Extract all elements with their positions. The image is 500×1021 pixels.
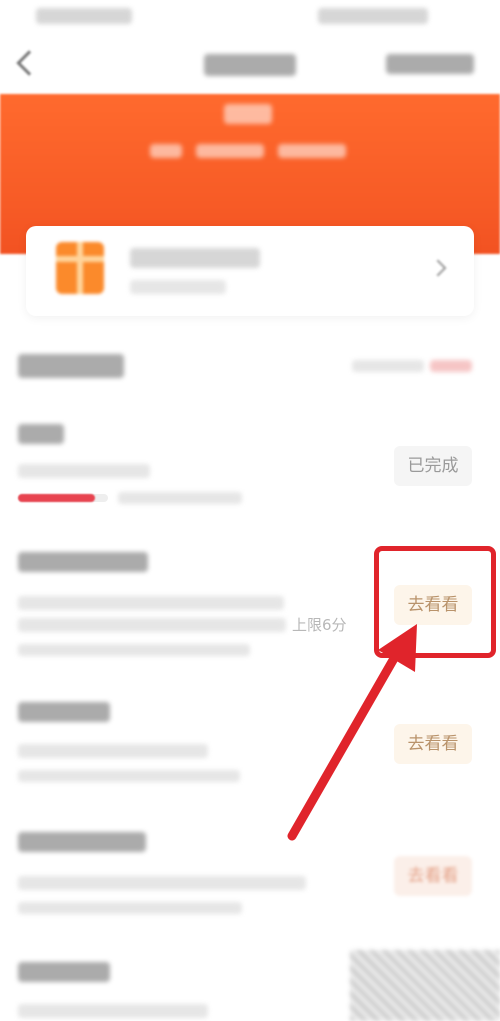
banner-link-2[interactable] (196, 144, 264, 158)
task-progress-text (118, 492, 242, 504)
task-description (18, 596, 284, 610)
section-title (18, 354, 124, 378)
task-title (18, 702, 110, 722)
chevron-right-icon (429, 259, 447, 277)
task-3-button[interactable]: 去看看 (394, 724, 472, 764)
section-rules-link[interactable] (352, 360, 424, 372)
task-description (18, 1004, 208, 1018)
back-arrow-icon[interactable] (16, 50, 42, 76)
task-description (18, 876, 306, 890)
reward-card-title (130, 248, 260, 268)
task-description (18, 744, 208, 758)
task-progress-text (18, 902, 242, 914)
navigation-bar (0, 36, 500, 94)
nav-right-link[interactable] (386, 54, 474, 74)
task-title (18, 962, 110, 982)
highlight-box (374, 546, 496, 658)
task-progress-bar (18, 494, 108, 502)
task-progress-text (18, 770, 240, 782)
task-limit-text: 上限6分 (292, 616, 347, 634)
reward-card-subtitle (130, 280, 226, 294)
gift-box-icon (56, 242, 104, 294)
points-center-page: 已完成 上限6分 去看看 去看看 去看看 (0, 0, 500, 1021)
section-rules-accent[interactable] (430, 360, 472, 372)
task-4-button[interactable]: 去看看 (394, 856, 472, 896)
banner-link-3[interactable] (278, 144, 346, 158)
task-description (18, 618, 286, 632)
points-value (224, 104, 272, 124)
task-progress-text (18, 644, 250, 656)
task-title (18, 552, 148, 572)
watermark-image (350, 950, 500, 1021)
task-title (18, 832, 146, 852)
page-title (204, 54, 296, 76)
banner-link-1[interactable] (150, 144, 182, 158)
task-title (18, 424, 64, 444)
reward-card[interactable] (26, 226, 474, 316)
status-bar (0, 0, 500, 36)
task-description (18, 464, 150, 478)
task-1-button[interactable]: 已完成 (394, 446, 472, 486)
task-progress-fill (18, 494, 95, 502)
